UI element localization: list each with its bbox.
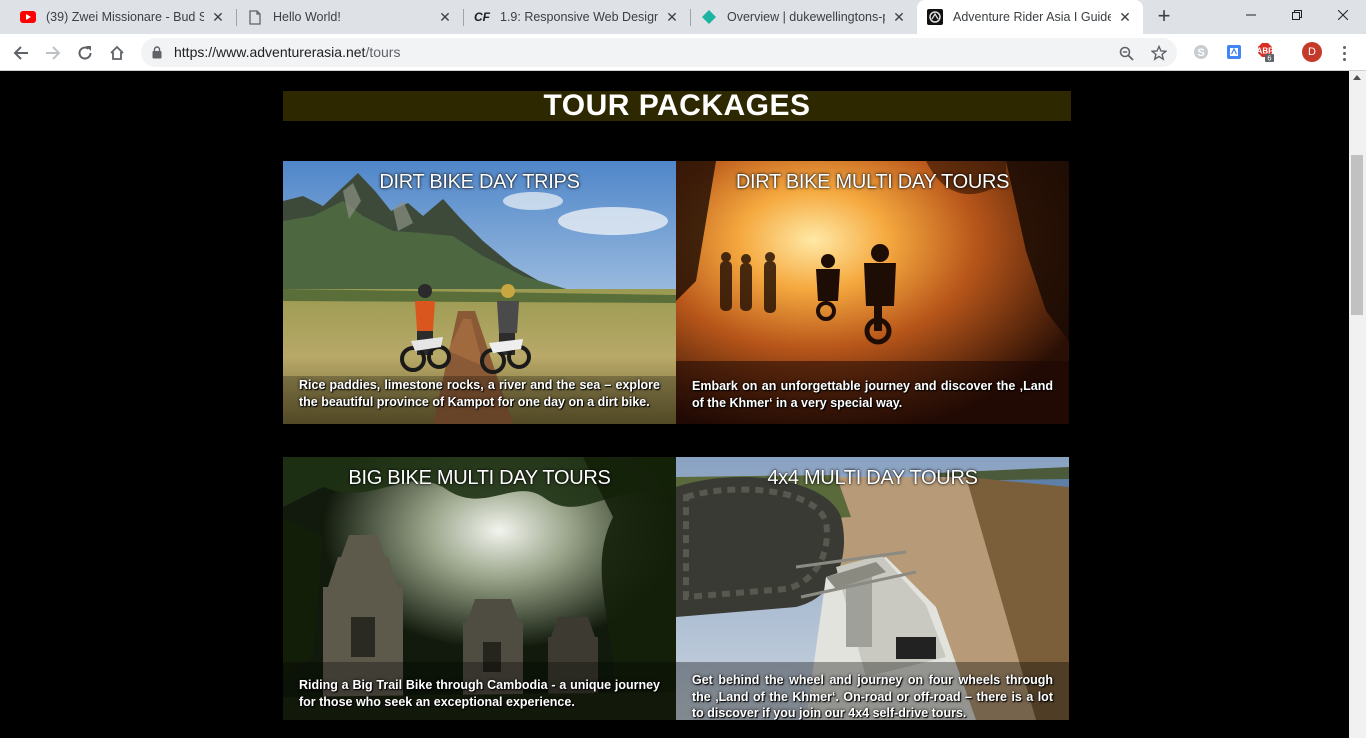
tab-title: (39) Zwei Missionare - Bud Spe [46,10,204,24]
page-viewport: TOUR PACKAGES DIRT BIKE DAY TRIPS Rice p… [0,71,1349,738]
restore-icon [1292,10,1302,20]
tab-adventure-rider-asia[interactable]: Adventure Rider Asia I Guided ✕ [917,0,1143,34]
tab-overview[interactable]: Overview | dukewellingtons-pc ✕ [691,0,917,34]
home-button[interactable] [104,40,130,66]
tab-strip: (39) Zwei Missionare - Bud Spe ✕ Hello W… [0,0,1366,34]
page-title: TOUR PACKAGES [543,89,811,122]
codingtrain-icon: CF [474,10,490,24]
arrow-left-icon [13,46,28,60]
tab-responsive-web-design[interactable]: CF 1.9: Responsive Web Design ✕ [464,0,690,34]
minimize-icon [1246,14,1256,16]
scrollbar-thumb[interactable] [1351,155,1363,315]
tour-card-description: Embark on an unforgettable journey and d… [692,379,1053,410]
tab-title: Overview | dukewellingtons-pc [727,10,885,24]
reload-button[interactable] [72,40,98,66]
reload-icon [78,46,92,60]
spare-tire [676,477,844,617]
tour-card-title: 4x4 MULTI DAY TOURS [767,467,978,489]
browser-toolbar: https://www.adventurerasia.net/tours S A… [0,34,1366,71]
tab-title: 1.9: Responsive Web Design [500,10,658,24]
menu-kebab-icon[interactable] [1336,42,1352,64]
scroll-up-arrow-icon[interactable] [1353,75,1361,80]
skype-extension-icon[interactable]: S [1190,41,1212,63]
page-icon [247,9,263,25]
address-bar[interactable]: https://www.adventurerasia.net/tours [141,38,1177,67]
tour-card-description: Riding a Big Trail Bike through Cambodia… [299,678,660,709]
minimize-button[interactable] [1228,0,1274,30]
translate-extension-icon[interactable] [1223,41,1245,63]
close-icon[interactable]: ✕ [210,9,226,25]
tour-card-title: DIRT BIKE MULTI DAY TOURS [735,171,1010,193]
adblock-extension-icon[interactable]: ABP 6 [1255,41,1277,63]
arrow-right-icon [46,46,61,60]
youtube-icon [20,9,36,25]
tour-card-description: Rice paddies, limestone rocks, a river a… [299,378,660,409]
close-icon [1338,10,1348,20]
page-heading-bar: TOUR PACKAGES [283,91,1071,121]
tour-card-description: Get behind the wheel and journey on four… [692,673,1053,720]
tab-youtube[interactable]: (39) Zwei Missionare - Bud Spe ✕ [10,0,236,34]
restore-button[interactable] [1274,0,1320,30]
bookmark-star-icon[interactable] [1149,43,1169,63]
tab-hello-world[interactable]: Hello World! ✕ [237,0,463,34]
extension-badge-count: 6 [1267,54,1271,63]
tour-card-title: DIRT BIKE DAY TRIPS [379,171,580,193]
url-text: https://www.adventurerasia.net/tours [174,44,400,60]
tour-card-4x4-multi-day[interactable]: 4x4 MULTI DAY TOURS Get behind the wheel… [676,457,1069,720]
tour-card-dirt-bike-multi-day[interactable]: DIRT BIKE MULTI DAY TOURS Embark on an u… [676,161,1069,424]
page-scrollbar[interactable] [1349,71,1366,738]
tab-title: Hello World! [273,10,341,24]
tab-title: Adventure Rider Asia I Guided [953,10,1111,24]
close-icon[interactable]: ✕ [1117,9,1133,25]
diamond-icon [701,9,717,25]
tour-card-dirt-bike-day-trips[interactable]: DIRT BIKE DAY TRIPS Rice paddies, limest… [283,161,676,424]
close-icon[interactable]: ✕ [664,9,680,25]
site-logo-icon [927,9,943,25]
tour-card-title: BIG BIKE MULTI DAY TOURS [348,467,611,489]
profile-avatar[interactable]: D [1302,42,1322,62]
lock-icon [152,46,162,59]
tour-card-big-bike-multi-day[interactable]: BIG BIKE MULTI DAY TOURS Riding a Big Tr… [283,457,676,720]
zoom-icon[interactable] [1116,43,1136,63]
close-icon[interactable]: ✕ [891,9,907,25]
close-window-button[interactable] [1320,0,1366,30]
new-tab-button[interactable]: + [1152,5,1176,29]
url-path: /tours [365,44,401,60]
url-domain: https://www.adventurerasia.net [174,44,366,60]
walker-silhouettes [720,252,776,313]
home-icon [110,45,124,60]
forward-button[interactable] [40,40,66,66]
svg-text:S: S [1197,47,1204,59]
back-button[interactable] [8,40,34,66]
close-icon[interactable]: ✕ [437,9,453,25]
